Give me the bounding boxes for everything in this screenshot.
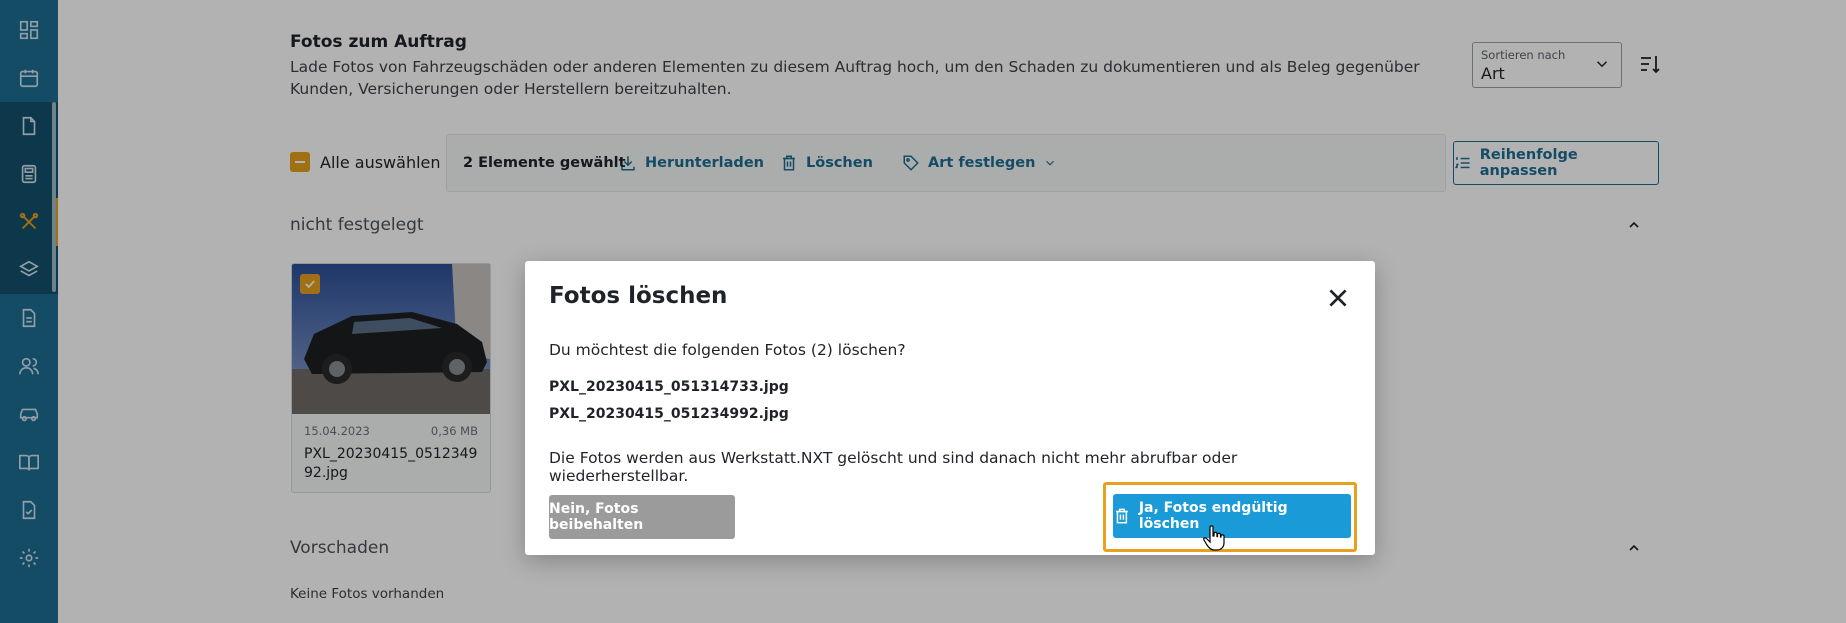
delete-photos-dialog: Fotos löschen Du möchtest die folgenden … <box>525 261 1375 555</box>
dialog-question: Du möchtest die folgenden Fotos (2) lösc… <box>549 341 906 359</box>
file-name: PXL_20230415_051234992.jpg <box>549 406 789 422</box>
hand-cursor-icon <box>1203 525 1225 551</box>
dialog-warning: Die Fotos werden aus Werkstatt.NXT gelös… <box>549 449 1238 485</box>
close-icon[interactable] <box>1325 285 1351 311</box>
confirm-delete-label: Ja, Fotos endgültig löschen <box>1138 500 1288 532</box>
trash-icon <box>1115 508 1128 524</box>
file-name: PXL_20230415_051314733.jpg <box>549 379 789 395</box>
dialog-title: Fotos löschen <box>549 283 728 309</box>
cancel-button[interactable]: Nein, Fotos beibehalten <box>549 495 735 539</box>
confirm-delete-button[interactable]: Ja, Fotos endgültig löschen <box>1113 494 1351 538</box>
